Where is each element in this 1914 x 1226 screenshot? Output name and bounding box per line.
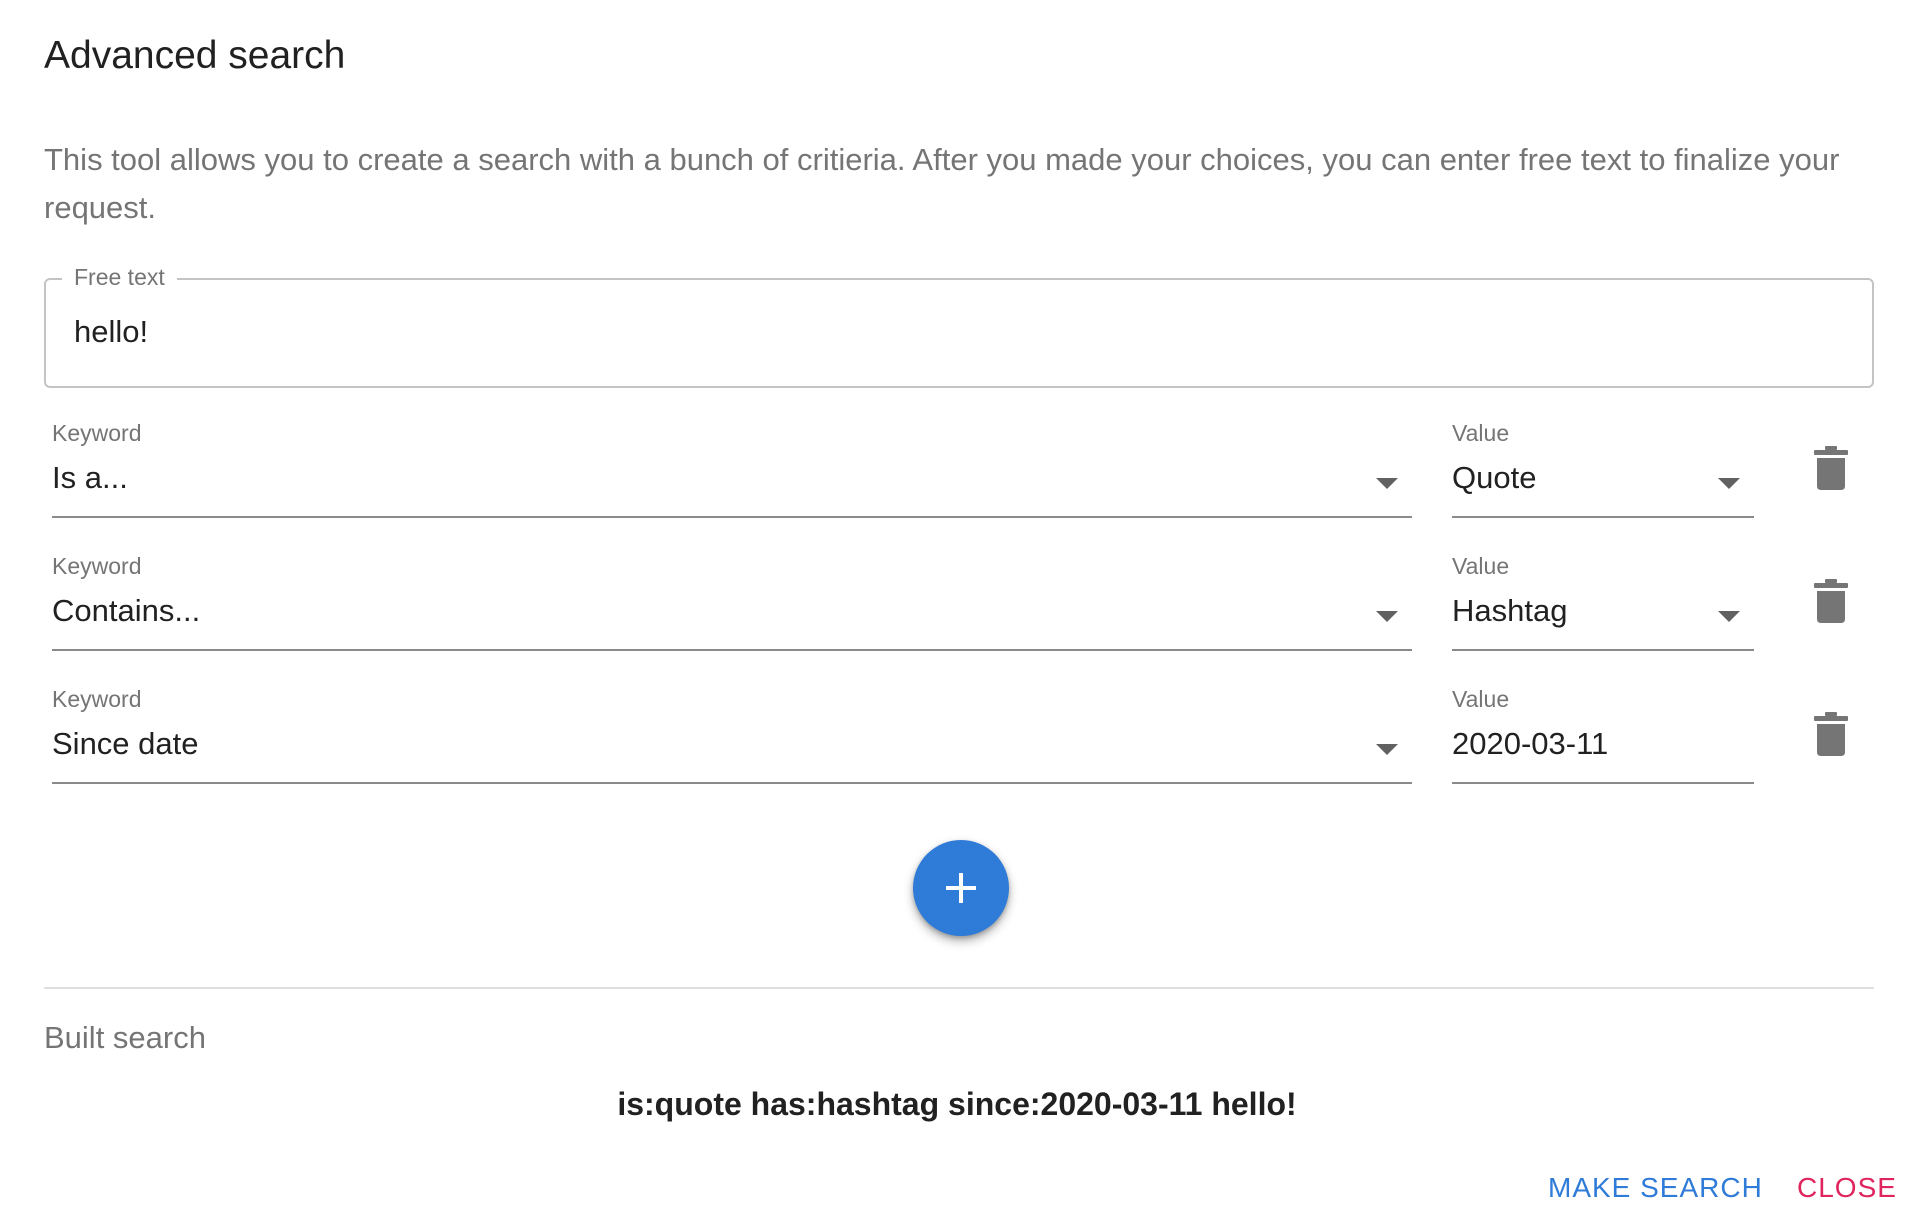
divider	[44, 987, 1874, 989]
criterion-row: Keyword Contains... Value Hashtag	[0, 553, 1914, 683]
built-search-query: is:quote has:hashtag since:2020-03-11 he…	[617, 1086, 1297, 1122]
dropdown-arrow-icon	[1376, 478, 1398, 489]
free-text-field[interactable]: Free text hello!	[44, 264, 1874, 388]
trash-icon[interactable]	[1814, 579, 1848, 623]
value-value: Quote	[1452, 460, 1537, 495]
free-text-input[interactable]: hello!	[74, 314, 148, 350]
dropdown-arrow-icon	[1718, 478, 1740, 489]
value-label: Value	[1452, 686, 1510, 712]
add-criterion-button[interactable]	[913, 840, 1009, 936]
criterion-row: Keyword Is a... Value Quote	[0, 420, 1914, 550]
criterion-row: Keyword Since date Value 2020-03-11	[0, 686, 1914, 816]
dropdown-arrow-icon	[1376, 611, 1398, 622]
make-search-button[interactable]: MAKE SEARCH	[1548, 1172, 1763, 1204]
advanced-search-dialog: Advanced search This tool allows you to …	[0, 0, 1914, 1226]
keyword-select[interactable]: Keyword Contains...	[52, 553, 1412, 651]
keyword-label: Keyword	[52, 420, 142, 446]
value-value: Hashtag	[1452, 593, 1568, 628]
keyword-label: Keyword	[52, 686, 142, 712]
keyword-value: Is a...	[52, 460, 128, 495]
trash-icon[interactable]	[1814, 446, 1848, 490]
value-label: Value	[1452, 553, 1510, 579]
dialog-description: This tool allows you to create a search …	[44, 142, 1840, 225]
free-text-label: Free text	[62, 264, 177, 291]
value-label: Value	[1452, 420, 1510, 446]
keyword-select[interactable]: Keyword Since date	[52, 686, 1412, 784]
plus-icon	[946, 873, 976, 903]
value-select[interactable]: Value Hashtag	[1452, 553, 1754, 651]
value-value: 2020-03-11	[1452, 726, 1609, 761]
value-select[interactable]: Value Quote	[1452, 420, 1754, 518]
trash-icon[interactable]	[1814, 712, 1848, 756]
keyword-value: Since date	[52, 726, 199, 761]
keyword-label: Keyword	[52, 553, 142, 579]
dropdown-arrow-icon	[1376, 744, 1398, 755]
dialog-title: Advanced search	[44, 34, 346, 77]
keyword-value: Contains...	[52, 593, 201, 628]
dropdown-arrow-icon	[1718, 611, 1740, 622]
keyword-select[interactable]: Keyword Is a...	[52, 420, 1412, 518]
date-input[interactable]: Value 2020-03-11	[1452, 686, 1754, 784]
close-button[interactable]: CLOSE	[1797, 1172, 1897, 1204]
built-search-label: Built search	[44, 1020, 206, 1055]
